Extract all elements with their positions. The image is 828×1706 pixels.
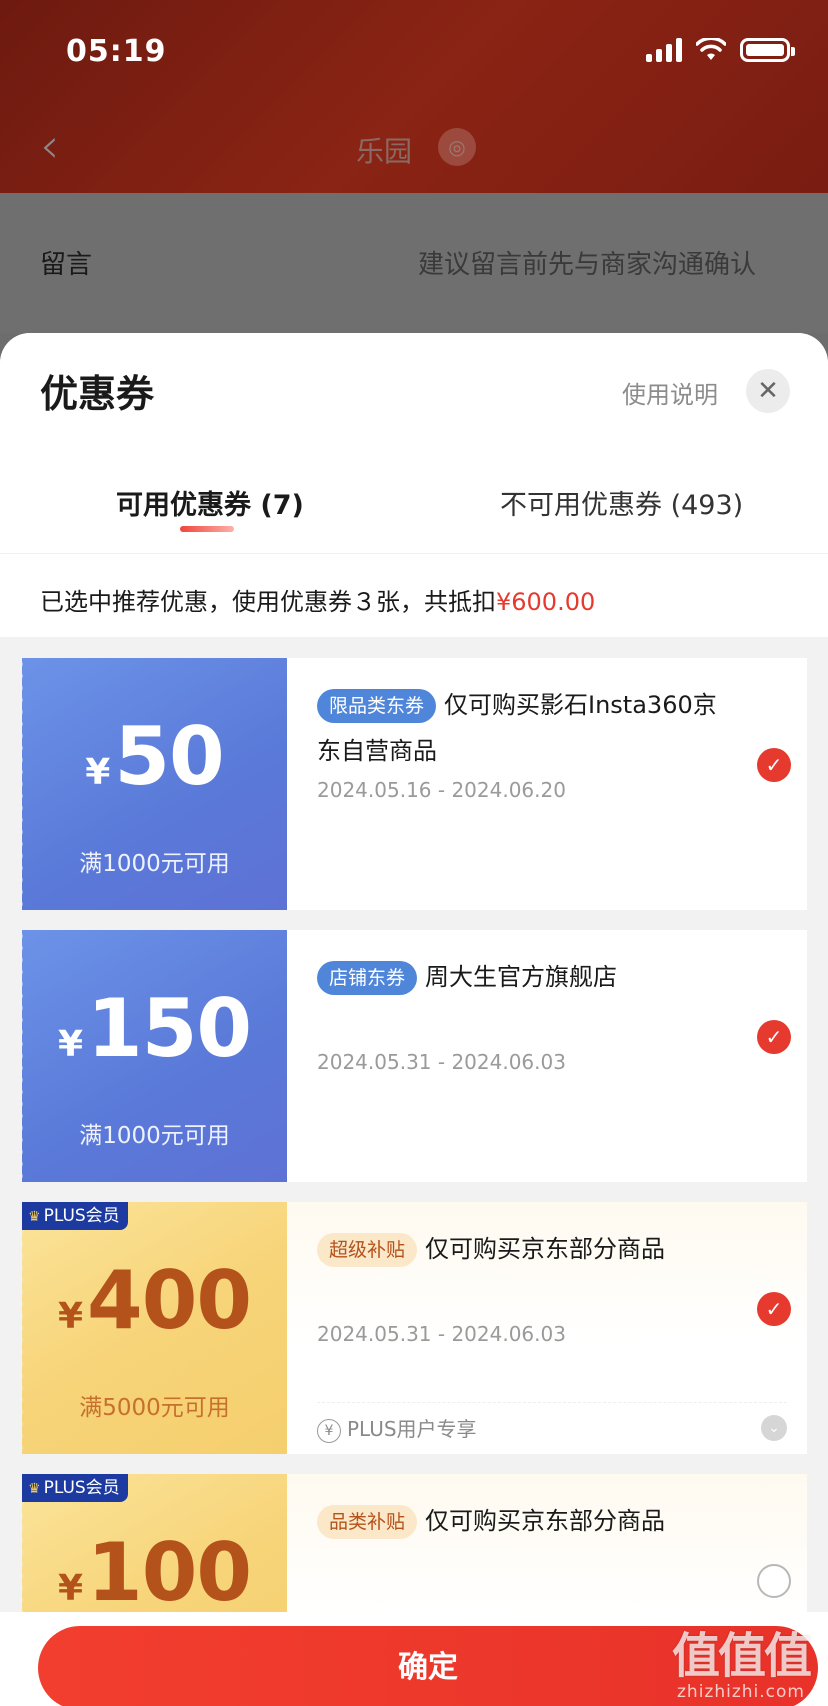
tab-indicator <box>180 526 234 532</box>
sheet-header: 优惠券 使用说明 ✕ 可用优惠券 (7) 不可用优惠券 (493) <box>0 333 828 553</box>
summary-text: 已选中推荐优惠，使用优惠券３张，共抵扣 <box>40 588 496 616</box>
coupon-card[interactable]: ♛ PLUS会员 ¥400 满5000元可用 超级补贴 仅可购买京东部分商品 202… <box>22 1202 807 1454</box>
checked-icon[interactable]: ✓ <box>757 1020 791 1054</box>
chevron-down-icon[interactable]: ⌄ <box>761 1415 787 1441</box>
message-label: 留言 <box>40 250 93 280</box>
signal-icon <box>646 38 682 62</box>
yen-icon: ¥ <box>317 1418 341 1443</box>
coupon-price: ¥400 <box>57 1254 252 1347</box>
plus-member-tag: ♛ PLUS会员 <box>22 1474 128 1502</box>
coupon-price: ¥150 <box>57 982 252 1075</box>
watermark: 值值值 zhizhizhi.com <box>671 1616 812 1702</box>
coupon-card[interactable]: ¥50 满1000元可用 限品类东券 仅可购买影石Insta360京东自营商品 2… <box>22 658 807 910</box>
coupon-dates: 2024.05.31 - 2024.06.03 <box>317 1322 566 1346</box>
coupon-detail: 超级补贴 仅可购买京东部分商品 2024.05.31 - 2024.06.03 ✓… <box>287 1202 807 1454</box>
coupon-threshold: 满1000元可用 <box>79 851 230 877</box>
watermark-url: zhizhizhi.com <box>677 1682 805 1702</box>
coupon-badge: 超级补贴 <box>317 1233 418 1267</box>
status-icons <box>646 38 795 62</box>
coupon-threshold: 满5000元可用 <box>79 1395 230 1421</box>
crown-icon: ♛ <box>28 1209 41 1225</box>
tab-available[interactable]: 可用优惠券 (7) <box>116 483 304 522</box>
unchecked-icon[interactable] <box>757 1564 791 1598</box>
coupon-dates: 2024.05.16 - 2024.06.20 <box>317 778 566 802</box>
coupon-amount: 150 <box>87 982 252 1075</box>
coupon-badge: 店铺东券 <box>317 961 418 995</box>
crown-icon: ♛ <box>28 1481 41 1497</box>
watermark-logo: 值值值 <box>671 1628 812 1684</box>
coupon-card[interactable]: ¥150 满1000元可用 店铺东券 周大生官方旗舰店 2024.05.31 - … <box>22 930 807 1182</box>
coupon-desc: 品类补贴 仅可购买京东部分商品 <box>317 1498 737 1544</box>
coupon-detail: 限品类东券 仅可购买影石Insta360京东自营商品 2024.05.16 - 2… <box>287 658 807 910</box>
coupon-badge: 品类补贴 <box>317 1505 418 1539</box>
nav-title: 乐园 <box>356 135 413 168</box>
coupon-value-panel: ♛ PLUS会员 ¥400 满5000元可用 <box>22 1202 287 1454</box>
location-pin-icon[interactable]: ◎ <box>438 128 476 166</box>
message-hint: 建议留言前先与商家沟通确认 <box>417 250 756 280</box>
plus-member-tag: ♛ PLUS会员 <box>22 1202 128 1230</box>
battery-icon <box>740 38 795 62</box>
coupon-detail: 店铺东券 周大生官方旗舰店 2024.05.31 - 2024.06.03 ✓ <box>287 930 807 1182</box>
coupon-desc: 限品类东券 仅可购买影石Insta360京东自营商品 <box>317 689 717 765</box>
coupon-desc: 店铺东券 周大生官方旗舰店 <box>317 954 737 1000</box>
sheet-title: 优惠券 <box>40 372 155 416</box>
coupon-price: ¥100 <box>57 1526 252 1619</box>
back-button[interactable]: ‹ <box>40 118 59 174</box>
coupon-desc: 超级补贴 仅可购买京东部分商品 <box>317 1226 737 1272</box>
plus-exclusive-note: ¥ PLUS用户专享 <box>317 1402 787 1443</box>
status-time: 05:19 <box>66 34 167 69</box>
wifi-icon <box>696 38 726 60</box>
coupon-value-panel: ¥150 满1000元可用 <box>22 930 287 1182</box>
checked-icon[interactable]: ✓ <box>757 748 791 782</box>
checked-icon[interactable]: ✓ <box>757 1292 791 1326</box>
status-bar: 05:19 <box>0 0 828 100</box>
summary-amount: ¥600.00 <box>496 588 596 616</box>
close-icon[interactable]: ✕ <box>746 369 790 413</box>
coupon-amount: 50 <box>114 710 224 803</box>
coupon-value-panel: ¥50 满1000元可用 <box>22 658 287 910</box>
coupon-badge: 限品类东券 <box>317 689 437 723</box>
tab-unavailable[interactable]: 不可用优惠券 (493) <box>500 483 743 522</box>
usage-instructions-link[interactable]: 使用说明 <box>622 375 718 410</box>
coupon-price: ¥50 <box>85 710 224 803</box>
coupon-threshold: 满1000元可用 <box>79 1123 230 1149</box>
coupon-amount: 400 <box>87 1254 252 1347</box>
coupon-sheet: 优惠券 使用说明 ✕ 可用优惠券 (7) 不可用优惠券 (493) 已选中推荐优… <box>0 333 828 1706</box>
coupon-amount: 100 <box>87 1526 252 1619</box>
selection-summary: 已选中推荐优惠，使用优惠券３张，共抵扣¥600.00 <box>0 553 828 637</box>
coupon-dates: 2024.05.31 - 2024.06.03 <box>317 1050 566 1074</box>
